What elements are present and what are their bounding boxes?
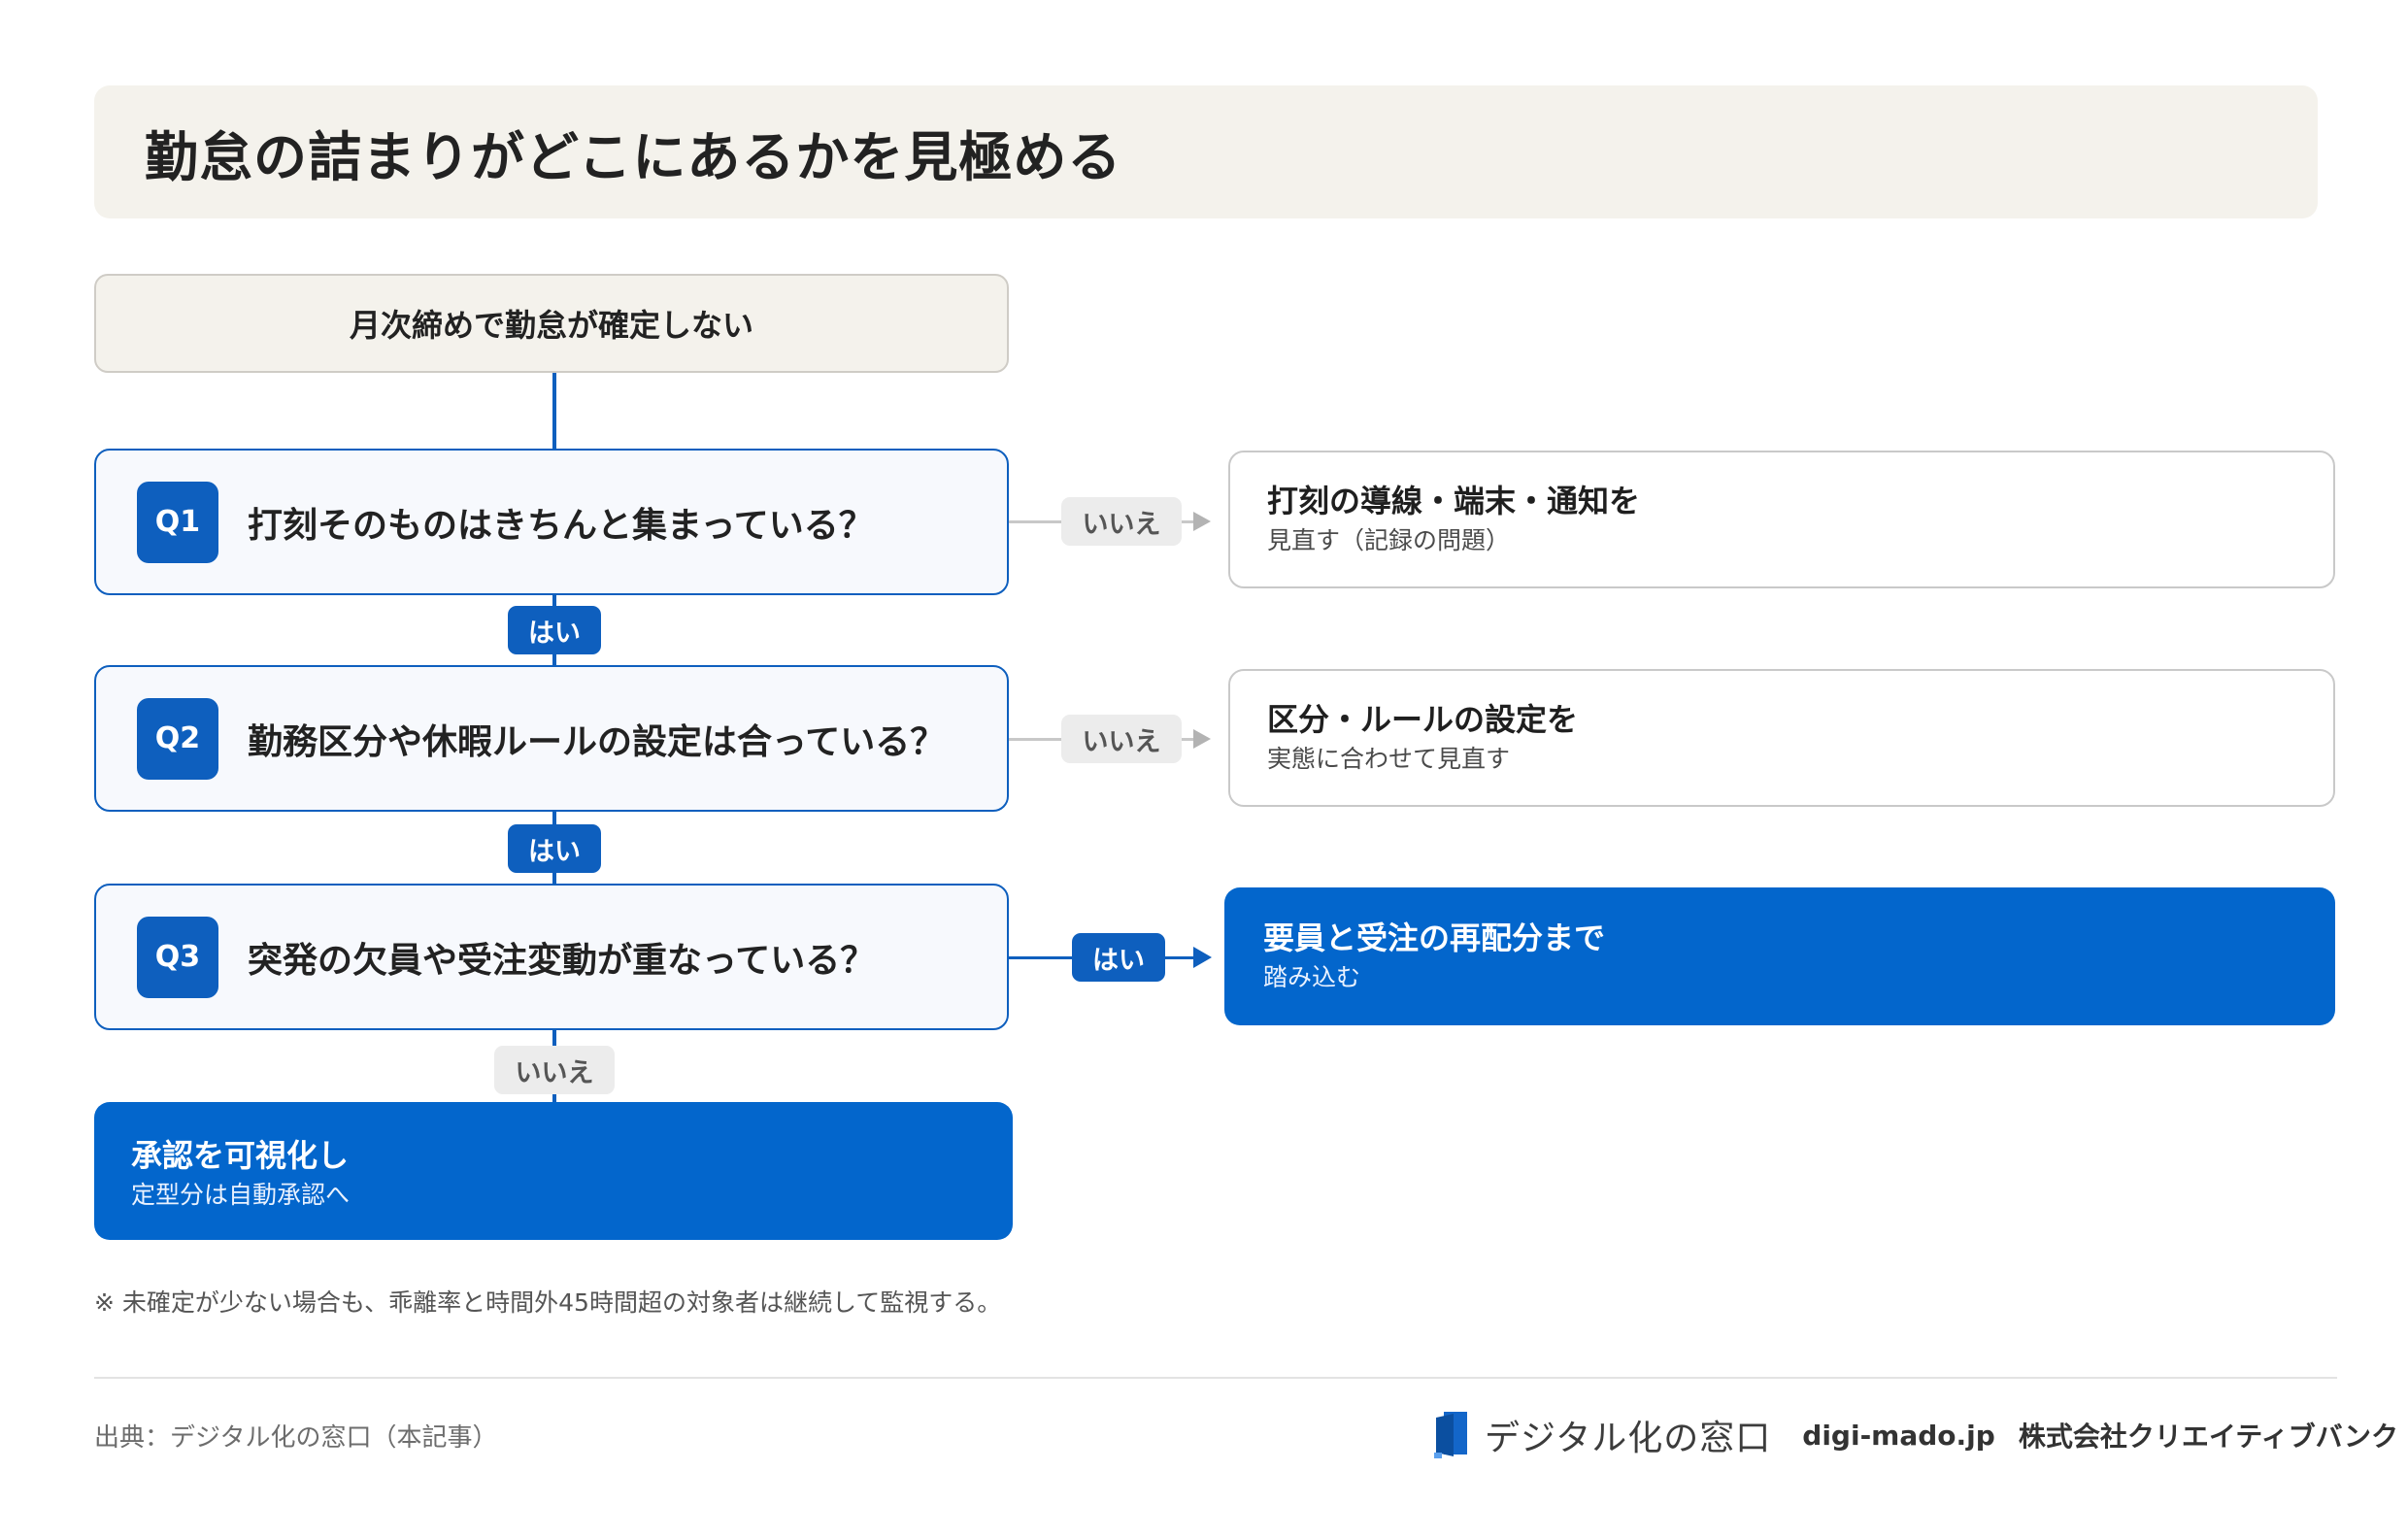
result-q3-no-sub: 定型分は自動承認へ xyxy=(131,1181,351,1209)
q1-badge: Q1 xyxy=(137,481,218,563)
result-q3-yes: 要員と受注の再配分まで 踏み込む xyxy=(1224,887,2335,1025)
question-node-q3: Q3 突発の欠員や受注変動が重なっている？ xyxy=(94,884,1009,1030)
brand-company: 株式会社クリエイティブバンク xyxy=(2018,1421,2398,1453)
source-credit: 出典：デジタル化の窓口（本記事） xyxy=(94,1423,498,1453)
start-node: 月次締めで勤怠が確定しない xyxy=(94,274,1009,373)
arrow-head-icon xyxy=(1193,512,1211,531)
q2-no-label: いいえ xyxy=(1061,715,1182,763)
result-q2-no-title: 区分・ルールの設定を xyxy=(1267,701,1579,738)
q1-yes-label: はい xyxy=(508,606,601,654)
q1-no-label: いいえ xyxy=(1061,497,1182,546)
result-q3-yes-title: 要員と受注の再配分まで xyxy=(1263,919,1606,956)
arrow-head-icon xyxy=(1193,947,1212,968)
q3-text: 突発の欠員や受注変動が重なっている？ xyxy=(248,940,876,981)
q2-badge: Q2 xyxy=(137,697,218,780)
q2-yes-label: はい xyxy=(508,824,601,873)
q3-yes-label: はい xyxy=(1072,933,1165,982)
q3-badge: Q3 xyxy=(137,916,218,998)
result-q3-yes-sub: 踏み込む xyxy=(1263,963,1361,991)
page-title: 勤怠の詰まりがどこにあるかを見極める xyxy=(145,125,1122,188)
result-q2-no-sub: 実態に合わせて見直す xyxy=(1267,745,1511,773)
connector-start-q1 xyxy=(552,373,556,449)
result-q3-no-title: 承認を可視化し xyxy=(131,1137,350,1174)
door-logo-icon xyxy=(1434,1412,1467,1458)
q3-no-label: いいえ xyxy=(494,1046,615,1094)
result-q1-no: 打刻の導線・端末・通知を 見直す（記録の問題） xyxy=(1228,451,2335,588)
result-q1-no-sub: 見直す（記録の問題） xyxy=(1267,526,1511,554)
brand: デジタル化の窓口 digi-mado.jp 株式会社クリエイティブバンク xyxy=(1432,1406,2398,1464)
result-q3-no: 承認を可視化し 定型分は自動承認へ xyxy=(94,1102,1013,1240)
q2-text: 勤務区分や休暇ルールの設定は合っている？ xyxy=(248,721,946,762)
result-q2-no: 区分・ルールの設定を 実態に合わせて見直す xyxy=(1228,669,2335,807)
result-q1-no-title: 打刻の導線・端末・通知を xyxy=(1267,483,1641,519)
question-node-q1: Q1 打刻そのものはきちんと集まっている？ xyxy=(94,449,1009,595)
footnote: ※ 未確定が少ない場合も、乖離率と時間外45時間超の対象者は継続して監視する。 xyxy=(94,1288,1002,1317)
brand-name: デジタル化の窓口 xyxy=(1485,1419,1772,1458)
question-node-q2: Q2 勤務区分や休暇ルールの設定は合っている？ xyxy=(94,665,1009,812)
arrow-head-icon xyxy=(1193,729,1211,749)
footer-divider xyxy=(94,1377,2337,1379)
title-banner: 勤怠の詰まりがどこにあるかを見極める xyxy=(94,85,2318,218)
brand-domain: digi-mado.jp xyxy=(1802,1419,1995,1452)
q1-text: 打刻そのものはきちんと集まっている？ xyxy=(248,505,874,546)
